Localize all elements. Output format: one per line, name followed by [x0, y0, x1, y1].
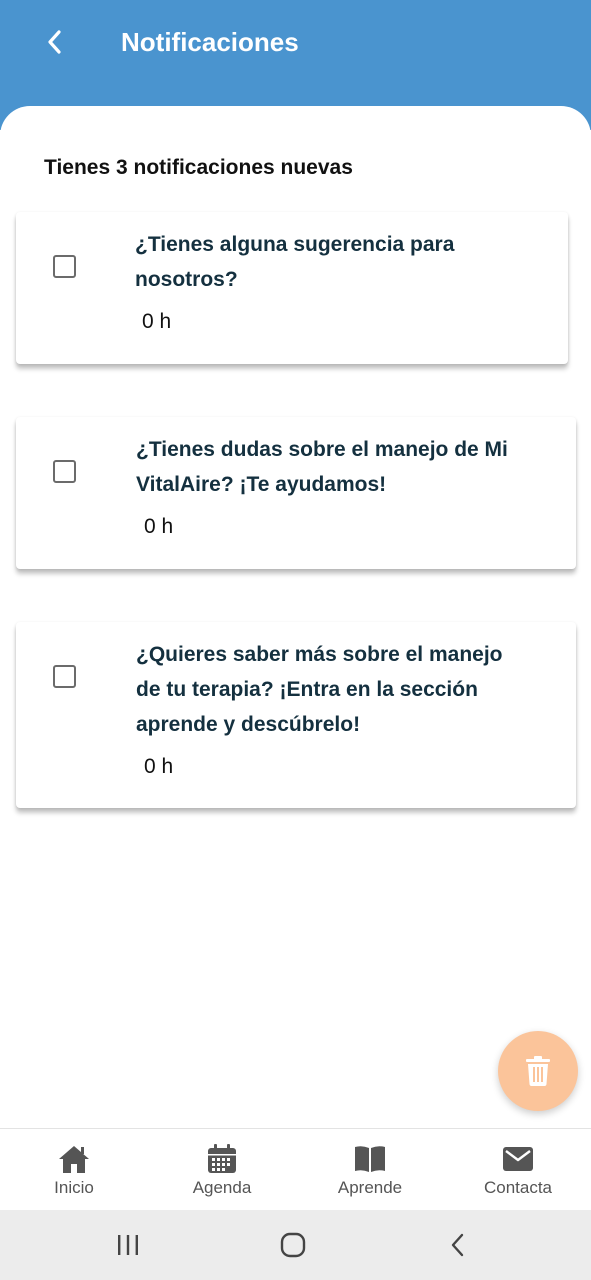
notification-card[interactable]: ¿Tienes alguna sugerencia para nosotros?…: [16, 212, 568, 364]
back-button[interactable]: [36, 24, 72, 60]
nav-label: Aprende: [337, 1178, 403, 1197]
trash-icon: [526, 1056, 550, 1086]
notification-count: Tienes 3 notificaciones nuevas: [44, 156, 353, 179]
recent-apps-button[interactable]: [98, 1228, 158, 1262]
nav-label: Contacta: [483, 1178, 553, 1197]
recent-apps-icon: [118, 1235, 138, 1255]
page-title: Notificaciones: [121, 27, 299, 57]
calendar-icon: [208, 1144, 236, 1173]
notification-checkbox[interactable]: [53, 460, 76, 483]
notification-checkbox[interactable]: [53, 665, 76, 688]
nav-item-inicio[interactable]: Inicio: [0, 1129, 148, 1211]
nav-item-agenda[interactable]: Agenda: [148, 1129, 296, 1211]
notification-card[interactable]: ¿Tienes dudas sobre el manejo de Mi Vita…: [16, 417, 576, 569]
notification-time: 0 h: [144, 515, 174, 538]
chevron-left-icon: [48, 30, 61, 54]
notification-checkbox[interactable]: [53, 255, 76, 278]
mail-icon: [503, 1147, 533, 1171]
home-icon: [59, 1146, 89, 1173]
notification-text: ¿Quieres saber más sobre el manejo de tu…: [136, 643, 503, 736]
system-nav-bar: [0, 1210, 591, 1280]
system-back-button[interactable]: [428, 1228, 488, 1262]
bottom-nav: Inicio Agenda Aprende Contacta: [0, 1128, 591, 1211]
notification-time: 0 h: [142, 310, 172, 333]
nav-label: Inicio: [54, 1178, 94, 1197]
back-arrow-icon: [451, 1233, 464, 1257]
nav-item-aprende[interactable]: Aprende: [296, 1129, 444, 1211]
notification-time: 0 h: [144, 755, 174, 778]
notification-card[interactable]: ¿Quieres saber más sobre el manejo de tu…: [16, 622, 576, 808]
notification-text: ¿Tienes dudas sobre el manejo de Mi Vita…: [136, 438, 508, 496]
book-icon: [355, 1146, 385, 1172]
nav-label: Agenda: [192, 1178, 252, 1197]
nav-item-contacta[interactable]: Contacta: [444, 1129, 591, 1211]
delete-button[interactable]: [498, 1031, 578, 1111]
home-button[interactable]: [263, 1228, 323, 1262]
home-circle-icon: [280, 1232, 306, 1258]
notification-text: ¿Tienes alguna sugerencia para nosotros?: [135, 233, 455, 291]
